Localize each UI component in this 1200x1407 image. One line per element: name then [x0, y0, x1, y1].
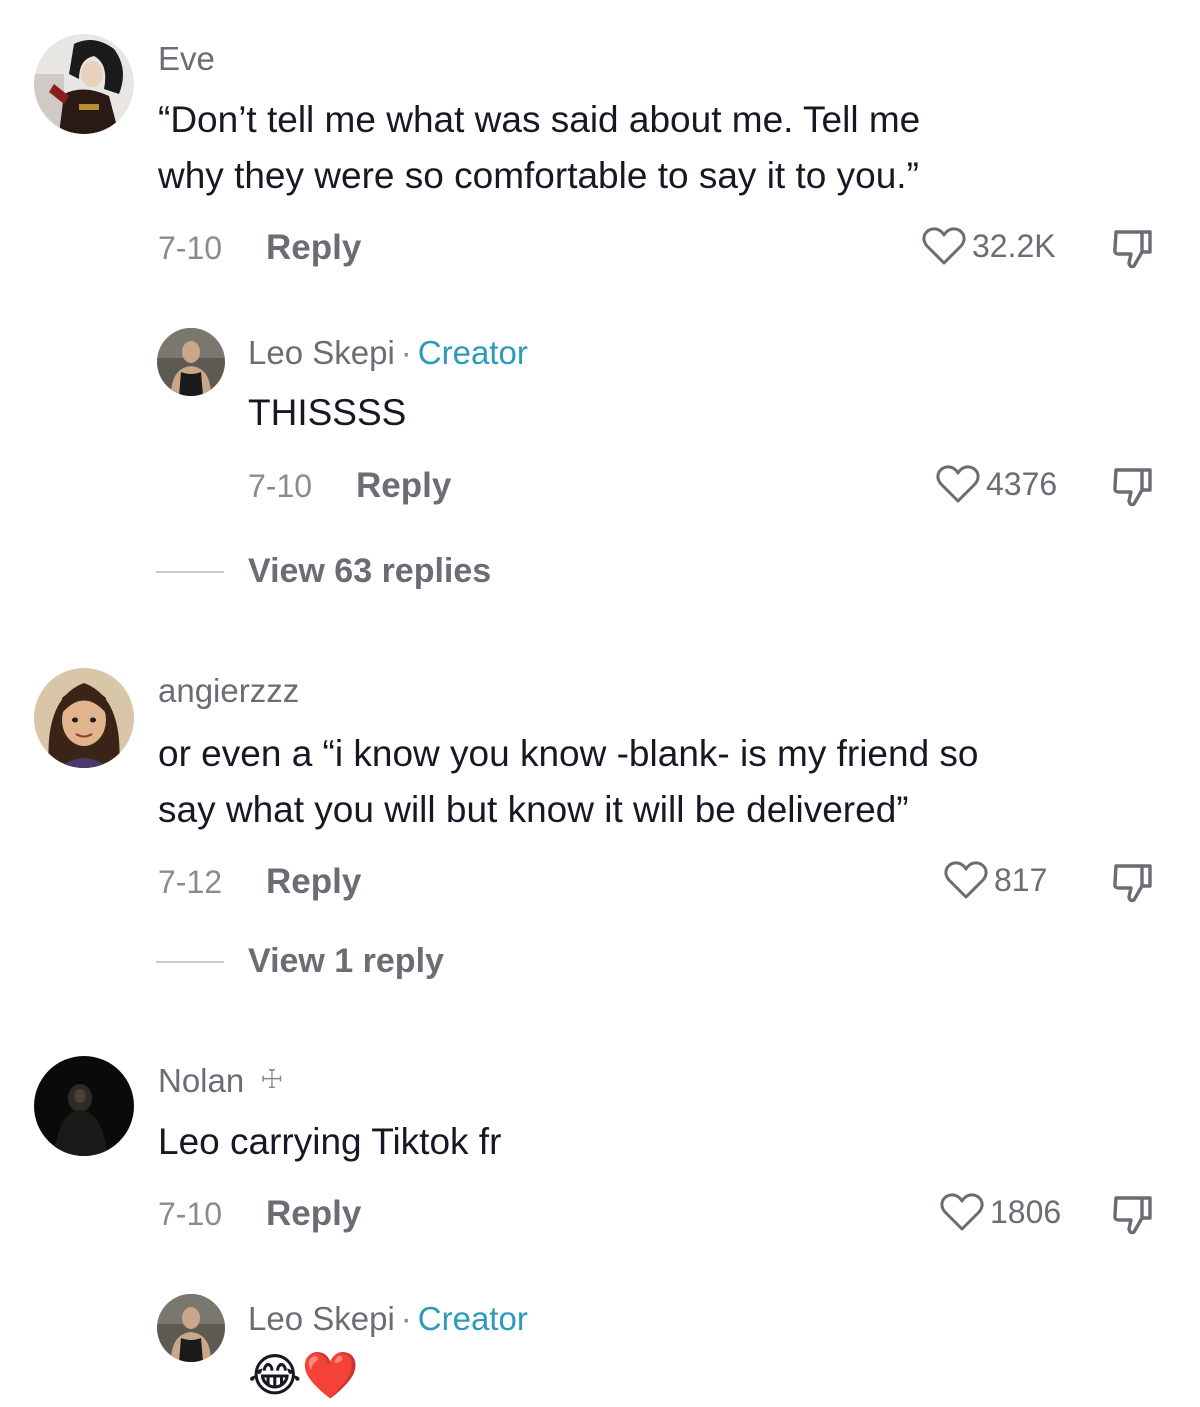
avatar[interactable] — [34, 668, 134, 768]
comment-username: Nolan ☩ — [158, 1062, 284, 1100]
creator-tag: Creator — [417, 334, 528, 371]
comment-date: 7-10 — [158, 1196, 223, 1232]
like-button[interactable]: 817 — [944, 860, 1047, 900]
comment-text-line: “Don’t tell me what was said about me. T… — [158, 99, 921, 140]
dislike-button[interactable] — [1110, 464, 1156, 510]
comment-text-line: say what you will but know it will be de… — [158, 789, 909, 830]
avatar-nolan-icon — [34, 1056, 134, 1156]
separator-dot: · — [400, 1300, 412, 1337]
reply-username: Leo Skepi · Creator — [248, 334, 528, 372]
comment-username[interactable]: angierzzz — [158, 672, 299, 710]
thumbs-down-icon — [1113, 864, 1152, 903]
heart-icon — [922, 227, 966, 265]
like-button[interactable]: 4376 — [936, 464, 1057, 504]
reply-text: THISSSS — [248, 392, 407, 433]
creator-tag: Creator — [417, 1300, 528, 1337]
heart-icon — [936, 465, 980, 503]
heart-icon — [940, 1193, 984, 1231]
heart-icon — [944, 861, 988, 899]
thumbs-down-icon — [1113, 230, 1152, 269]
avatar[interactable] — [157, 1294, 225, 1362]
comment-username-name[interactable]: Nolan — [158, 1062, 244, 1099]
comment-date: 7-10 — [158, 230, 223, 266]
separator-dot: · — [400, 334, 412, 371]
like-button[interactable]: 32.2K — [922, 226, 1056, 266]
reply-text: 😂❤️ — [248, 1349, 360, 1401]
comment-text: “Don’t tell me what was said about me. T… — [158, 92, 1158, 204]
divider-line — [156, 570, 224, 573]
avatar[interactable] — [157, 328, 225, 396]
comment-text: or even a “i know you know -blank- is my… — [158, 726, 1178, 838]
reply-button[interactable]: Reply — [266, 1194, 361, 1234]
view-replies-button[interactable]: View 63 replies — [156, 552, 491, 591]
avatar-eve-icon — [34, 34, 134, 134]
avatar-angierzzz-icon — [34, 668, 134, 768]
reply-button[interactable]: Reply — [356, 466, 451, 506]
reply-button[interactable]: Reply — [266, 228, 361, 268]
avatar-leo-icon — [157, 328, 225, 396]
divider-line — [156, 960, 224, 963]
reply-username: Leo Skepi · Creator — [248, 1300, 528, 1338]
reply-username-name[interactable]: Leo Skepi — [248, 334, 395, 371]
reply-button[interactable]: Reply — [266, 862, 361, 902]
comment-text: Leo carrying Tiktok fr — [158, 1121, 502, 1162]
avatar[interactable] — [34, 1056, 134, 1156]
dislike-button[interactable] — [1110, 1192, 1156, 1238]
cross-icon: ☩ — [260, 1064, 284, 1094]
view-replies-label: View 1 reply — [248, 942, 444, 980]
comment-text-line: why they were so comfortable to say it t… — [158, 155, 919, 196]
view-replies-label: View 63 replies — [248, 552, 492, 590]
like-count: 32.2K — [972, 227, 1056, 264]
dislike-button[interactable] — [1110, 860, 1156, 906]
reply-date: 7-10 — [248, 468, 313, 504]
view-replies-button[interactable]: View 1 reply — [156, 942, 444, 981]
like-count: 817 — [994, 861, 1048, 898]
thumbs-down-icon — [1113, 1196, 1152, 1235]
comment-text-line: or even a “i know you know -blank- is my… — [158, 733, 979, 774]
reply-username-name[interactable]: Leo Skepi — [248, 1300, 395, 1337]
comment-date: 7-12 — [158, 864, 223, 900]
comment-username[interactable]: Eve — [158, 40, 215, 78]
thumbs-down-icon — [1113, 468, 1152, 507]
avatar-leo-icon — [157, 1294, 225, 1362]
like-button[interactable]: 1806 — [940, 1192, 1061, 1232]
like-count: 1806 — [990, 1193, 1062, 1230]
avatar[interactable] — [34, 34, 134, 134]
dislike-button[interactable] — [1110, 226, 1156, 272]
like-count: 4376 — [986, 465, 1058, 502]
